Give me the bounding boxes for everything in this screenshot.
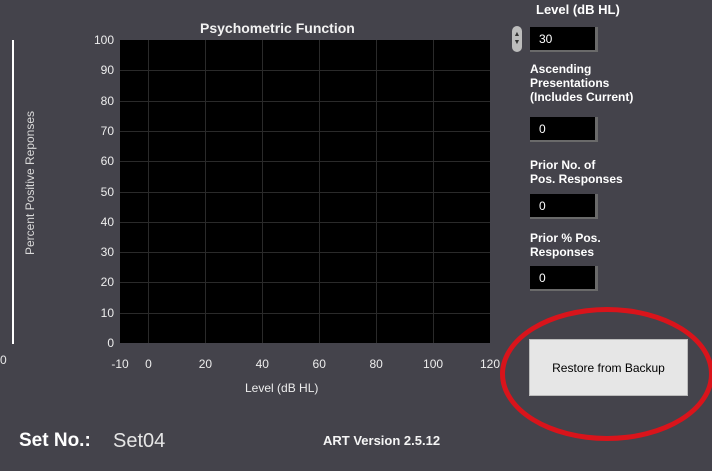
left-panel-tick-label: 0: [0, 353, 7, 367]
x-tick-label: 80: [369, 357, 383, 371]
gridline-h: [120, 161, 490, 163]
y-tick-label: 100: [93, 33, 114, 47]
gridline-v: [205, 40, 207, 343]
level-label: Level (dB HL): [536, 2, 620, 17]
ascending-presentations-label: Ascending Presentations (Includes Curren…: [530, 62, 634, 104]
y-tick-label: 30: [100, 245, 114, 260]
gridline-v: [376, 40, 378, 343]
gridline-v: [433, 40, 435, 343]
x-tick-label: 120: [479, 357, 501, 371]
prior-pos-responses-label: Prior No. of Pos. Responses: [530, 158, 623, 186]
y-tick-label: 10: [100, 305, 114, 320]
gridline-h: [120, 130, 490, 132]
x-tick-label: 60: [312, 357, 326, 371]
y-tick-label: 20: [100, 275, 114, 290]
restore-from-backup-button[interactable]: Restore from Backup: [529, 339, 688, 396]
gridline-h: [120, 221, 490, 223]
x-axis-label: Level (dB HL): [245, 381, 319, 395]
gridline-v: [262, 40, 264, 343]
gridline-h: [120, 70, 490, 72]
set-number-label: Set No.:: [19, 430, 91, 451]
x-tick-label: 20: [198, 357, 213, 371]
x-tick-label: 100: [423, 357, 444, 371]
spin-up-icon[interactable]: ▲: [514, 31, 521, 39]
y-tick-label: 80: [100, 93, 114, 108]
y-tick-label: 40: [100, 214, 114, 229]
y-tick-label: 70: [100, 123, 114, 138]
y-tick-label: 60: [100, 154, 114, 169]
set-number-value: Set04: [113, 430, 166, 452]
level-input[interactable]: 30: [530, 27, 598, 52]
gridline-v: [148, 40, 150, 343]
gridline-h: [120, 252, 490, 254]
y-axis-label: Percent Positive Reponses: [23, 110, 37, 256]
prior-pct-responses-field[interactable]: 0: [530, 266, 598, 291]
gridline-h: [120, 191, 490, 193]
gridline-v: [319, 40, 321, 343]
gridline-h: [120, 100, 490, 102]
y-tick-label: 50: [100, 184, 114, 199]
chart-title: Psychometric Function: [200, 20, 355, 36]
gridline-h: [120, 312, 490, 314]
gridline-h: [120, 282, 490, 284]
ascending-presentations-field[interactable]: 0: [530, 117, 598, 142]
x-tick-label: 0: [145, 357, 152, 371]
version-text: ART Version 2.5.12: [323, 433, 441, 448]
psychometric-plot-area: [120, 40, 490, 343]
level-spinner[interactable]: ▲ ▼: [512, 26, 522, 52]
prior-pos-responses-field[interactable]: 0: [530, 194, 598, 219]
spin-down-icon[interactable]: ▼: [514, 39, 521, 47]
y-tick-label: 0: [107, 336, 114, 350]
prior-pct-responses-label: Prior % Pos. Responses: [530, 231, 601, 259]
x-tick-label: 40: [255, 357, 269, 371]
left-panel-edge: [12, 40, 14, 344]
y-tick-label: 90: [100, 63, 114, 78]
